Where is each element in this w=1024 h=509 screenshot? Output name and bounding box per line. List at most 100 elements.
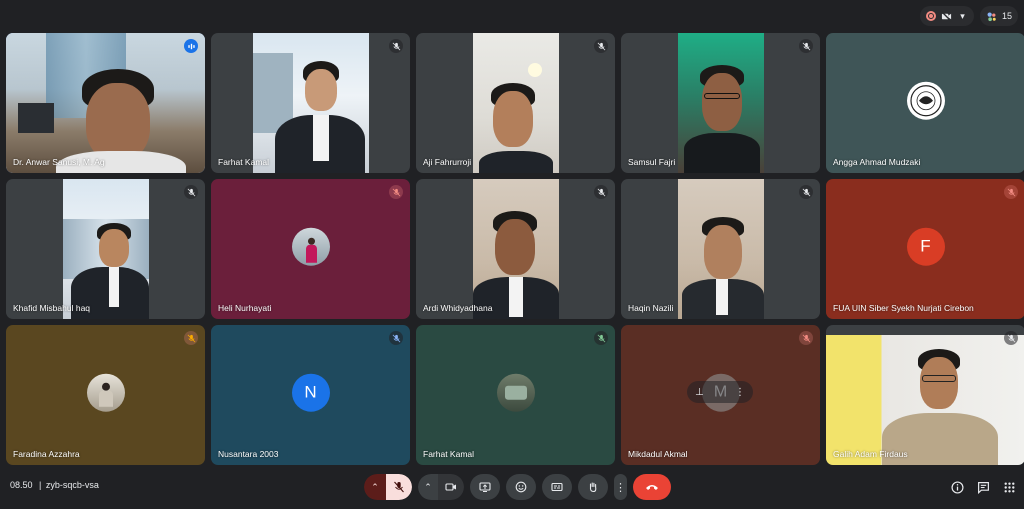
camera-off-icon bbox=[941, 10, 952, 22]
reactions-button[interactable] bbox=[506, 474, 536, 500]
participant-name: Samsul Fajri bbox=[628, 157, 676, 167]
participant-tile[interactable]: Khafid Misbahul haq bbox=[6, 179, 205, 319]
mic-off-icon bbox=[1004, 331, 1018, 345]
camera-toggle-button[interactable] bbox=[438, 474, 464, 500]
emoji-icon bbox=[515, 481, 527, 493]
avatar bbox=[86, 373, 125, 412]
mic-off-icon bbox=[799, 185, 813, 199]
activities-button[interactable] bbox=[1002, 480, 1016, 494]
participant-name: Farhat Kamal bbox=[423, 449, 475, 459]
camera-icon bbox=[445, 483, 456, 491]
avatar: F bbox=[906, 227, 945, 266]
more-vert-icon: ⋮ bbox=[615, 481, 626, 494]
participant-video bbox=[472, 33, 559, 173]
chevron-up-icon: ⌃ bbox=[371, 481, 379, 492]
participant-name: Khafid Misbahul haq bbox=[13, 303, 91, 313]
participant-name: Mikdadul Akmal bbox=[628, 449, 688, 459]
participant-name: Dr. Anwar Sanusi, M. Ag bbox=[13, 157, 105, 167]
tile-hover-controls[interactable]: ⊥ ⋮ bbox=[687, 381, 753, 403]
speaking-indicator-icon bbox=[184, 39, 198, 53]
mic-off-icon bbox=[184, 331, 198, 345]
mic-off-icon bbox=[389, 39, 403, 53]
participant-tile[interactable]: Ardi Whidyadhana bbox=[416, 179, 615, 319]
mic-off-icon bbox=[394, 481, 404, 493]
call-controls: ⌃ ⌃ ⋮ bbox=[364, 473, 671, 501]
chat-icon bbox=[977, 481, 989, 494]
audio-options-button[interactable]: ⌃ bbox=[364, 474, 386, 500]
participant-video bbox=[826, 335, 1024, 465]
participant-video bbox=[6, 33, 205, 173]
participants-count: 15 bbox=[1001, 11, 1012, 21]
chat-button[interactable] bbox=[976, 480, 990, 494]
participant-video bbox=[677, 179, 764, 319]
participant-video bbox=[677, 33, 764, 173]
call-end-icon bbox=[646, 485, 658, 490]
chevron-down-icon: ▾ bbox=[960, 10, 965, 21]
apps-icon bbox=[1004, 482, 1014, 492]
mic-off-icon bbox=[1004, 185, 1018, 199]
participant-tile[interactable]: Farhat Kamal bbox=[211, 33, 410, 173]
participant-name: Angga Ahmad Mudzaki bbox=[833, 157, 921, 167]
participant-tile[interactable]: Galih Adam Firdaus bbox=[826, 325, 1024, 465]
participant-video bbox=[252, 33, 369, 173]
captions-icon bbox=[551, 482, 563, 492]
info-icon bbox=[950, 480, 964, 494]
top-status-bar: ▾ 15 bbox=[919, 6, 1018, 26]
meeting-code: zyb-sqcb-vsa bbox=[45, 480, 99, 490]
mic-off-icon bbox=[184, 185, 198, 199]
participants-button[interactable]: 15 bbox=[979, 6, 1018, 26]
chevron-up-icon: ⌃ bbox=[424, 481, 432, 492]
present-button[interactable] bbox=[470, 474, 500, 500]
mic-off-icon bbox=[799, 39, 813, 53]
mic-off-icon bbox=[594, 39, 608, 53]
video-options-button[interactable]: ⌃ bbox=[418, 474, 438, 500]
participant-name: Galih Adam Firdaus bbox=[833, 449, 908, 459]
people-icon bbox=[986, 11, 997, 22]
more-options-button[interactable]: ⋮ bbox=[614, 474, 627, 500]
meeting-info: 08.50 | zyb-sqcb-vsa bbox=[10, 480, 99, 490]
participant-name: Nusantara 2003 bbox=[218, 449, 279, 459]
participant-tile[interactable]: Faradina Azzahra bbox=[6, 325, 205, 465]
camera-control: ⌃ bbox=[418, 474, 464, 500]
participant-video bbox=[472, 179, 559, 319]
participant-tile[interactable]: Haqin Nazili bbox=[621, 179, 820, 319]
participant-name: Farhat Kamal bbox=[218, 157, 270, 167]
meeting-details-button[interactable] bbox=[950, 480, 964, 494]
participant-tile[interactable]: M ⊥ ⋮ Mikdadul Akmal bbox=[621, 325, 820, 465]
participant-tile[interactable]: N Nusantara 2003 bbox=[211, 325, 410, 465]
mic-off-icon bbox=[389, 331, 403, 345]
participant-tile[interactable]: F FUA UIN Siber Syekh Nurjati Cirebon bbox=[826, 179, 1024, 319]
participant-tile[interactable]: Farhat Kamal bbox=[416, 325, 615, 465]
avatar bbox=[906, 81, 945, 120]
present-icon bbox=[479, 482, 491, 492]
recording-icon bbox=[925, 11, 936, 21]
hand-icon bbox=[589, 482, 597, 493]
participant-name: Faradina Azzahra bbox=[13, 449, 80, 459]
participant-tile[interactable]: Heli Nurhayati bbox=[211, 179, 410, 319]
raise-hand-button[interactable] bbox=[578, 474, 608, 500]
pin-icon[interactable]: ⊥ bbox=[695, 387, 704, 398]
avatar bbox=[291, 227, 330, 266]
participant-name: Heli Nurhayati bbox=[218, 303, 272, 313]
mic-toggle-button[interactable] bbox=[386, 474, 412, 500]
side-panel-buttons bbox=[950, 480, 1016, 494]
mic-off-icon bbox=[389, 185, 403, 199]
leave-call-button[interactable] bbox=[633, 474, 671, 500]
participant-tile[interactable]: Aji Fahrurroji bbox=[416, 33, 615, 173]
avatar bbox=[496, 373, 535, 412]
participant-tile[interactable]: Samsul Fajri bbox=[621, 33, 820, 173]
mic-off-icon bbox=[799, 331, 813, 345]
participant-tile[interactable]: Angga Ahmad Mudzaki bbox=[826, 33, 1024, 173]
participant-name: Ardi Whidyadhana bbox=[423, 303, 493, 313]
bottom-bar: 08.50 | zyb-sqcb-vsa ⌃ ⌃ ⋮ bbox=[0, 465, 1024, 509]
more-vert-icon[interactable]: ⋮ bbox=[735, 387, 745, 398]
participant-name: Aji Fahrurroji bbox=[423, 157, 472, 167]
participant-tile[interactable]: Dr. Anwar Sanusi, M. Ag bbox=[6, 33, 205, 173]
recording-controls[interactable]: ▾ bbox=[919, 6, 974, 26]
participant-name: FUA UIN Siber Syekh Nurjati Cirebon bbox=[833, 303, 974, 313]
participant-name: Haqin Nazili bbox=[628, 303, 674, 313]
mic-control: ⌃ bbox=[364, 474, 412, 500]
mic-off-icon bbox=[594, 331, 608, 345]
captions-button[interactable] bbox=[542, 474, 572, 500]
mic-off-icon bbox=[594, 185, 608, 199]
